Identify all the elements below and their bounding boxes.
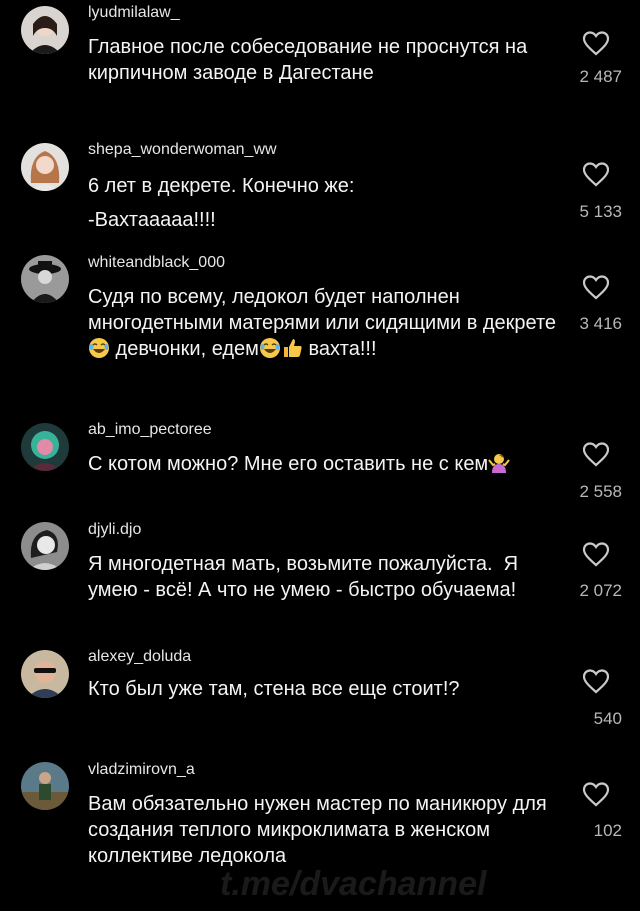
heart-icon[interactable]: [582, 161, 610, 187]
avatar[interactable]: [21, 255, 69, 303]
username[interactable]: whiteandblack_000: [88, 254, 225, 272]
comment-text-part: С котом можно? Мне его оставить не с кем: [88, 453, 489, 475]
laughing-emoji: [89, 338, 109, 358]
like-count: 5 133: [579, 202, 622, 221]
comment-text: 6 лет в декрете. Конечно же: -Вахтааааа!…: [88, 175, 355, 231]
like-count: 3 416: [579, 314, 622, 333]
like-count: 2 487: [579, 67, 622, 86]
like-count: 540: [593, 709, 622, 728]
comment-text: Главное после собеседование не проснутся…: [88, 36, 533, 84]
username[interactable]: vladzimirovn_a: [88, 761, 195, 779]
avatar[interactable]: [21, 423, 69, 471]
shrug-emoji: [488, 454, 510, 473]
thumbs-up-emoji: [283, 339, 302, 357]
watermark-text: t.me/dvachannel: [220, 865, 488, 903]
avatar[interactable]: [21, 6, 69, 54]
heart-icon[interactable]: [582, 781, 610, 807]
avatar[interactable]: [21, 762, 69, 810]
comment-text-part: вахта!!!: [302, 338, 377, 360]
comment-text: Судя по всему, ледокол будет наполнен мн…: [88, 284, 558, 362]
avatar[interactable]: [21, 522, 69, 570]
heart-icon[interactable]: [582, 441, 610, 467]
comment-text: С котом можно? Мне его оставить не с кем: [88, 451, 548, 477]
username[interactable]: alexey_doluda: [88, 648, 191, 666]
heart-icon[interactable]: [582, 274, 610, 300]
username[interactable]: djyli.djo: [88, 521, 141, 539]
username[interactable]: shepa_wonderwoman_ww: [88, 141, 277, 159]
avatar[interactable]: [21, 650, 69, 698]
heart-icon[interactable]: [582, 668, 610, 694]
avatar[interactable]: [21, 143, 69, 191]
comment-text: Я многодетная мать, возьмите пожалуйста.…: [88, 553, 524, 601]
heart-icon[interactable]: [582, 30, 610, 56]
like-count: 2 558: [579, 482, 622, 501]
like-count: 2 072: [579, 581, 622, 600]
comment-text: Кто был уже там, стена все еще стоит!?: [88, 678, 460, 700]
comment-text-part: девчонки, едем: [110, 338, 259, 360]
laughing-emoji: [259, 338, 280, 358]
comment-text-part: Судя по всему, ледокол будет наполнен мн…: [88, 286, 557, 334]
username[interactable]: ab_imo_pectoree: [88, 421, 212, 439]
like-count: 102: [593, 821, 622, 840]
username[interactable]: lyudmilalaw_: [88, 4, 180, 22]
comment-text: Вам обязательно нужен мастер по маникюру…: [88, 793, 553, 867]
heart-icon[interactable]: [582, 541, 610, 567]
